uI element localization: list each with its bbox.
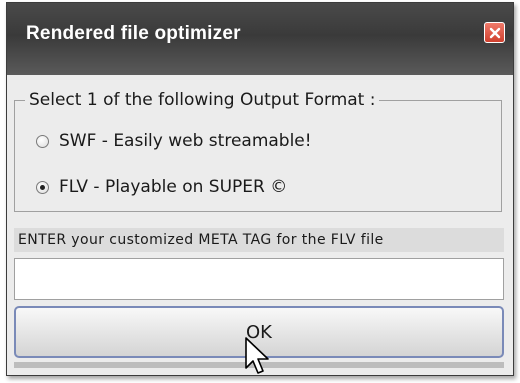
- close-button[interactable]: [484, 22, 505, 43]
- mouse-pointer-icon: [245, 337, 269, 374]
- radio-label-swf: SWF - Easily web streamable!: [59, 131, 312, 151]
- output-format-legend: Select 1 of the following Output Format …: [29, 90, 376, 110]
- close-x-icon: [489, 27, 500, 38]
- title-bar[interactable]: Rendered file optimizer: [7, 3, 513, 75]
- meta-tag-label: ENTER your customized META TAG for the F…: [14, 228, 504, 252]
- radio-button-flv[interactable]: [36, 180, 49, 194]
- radio-button-swf[interactable]: [36, 134, 49, 148]
- radio-option-flv[interactable]: FLV - Playable on SUPER ©: [36, 177, 287, 197]
- meta-tag-input[interactable]: [14, 258, 504, 300]
- radio-option-swf[interactable]: SWF - Easily web streamable!: [36, 131, 312, 151]
- radio-label-flv: FLV - Playable on SUPER ©: [59, 177, 288, 197]
- window-title: Rendered file optimizer: [26, 23, 241, 44]
